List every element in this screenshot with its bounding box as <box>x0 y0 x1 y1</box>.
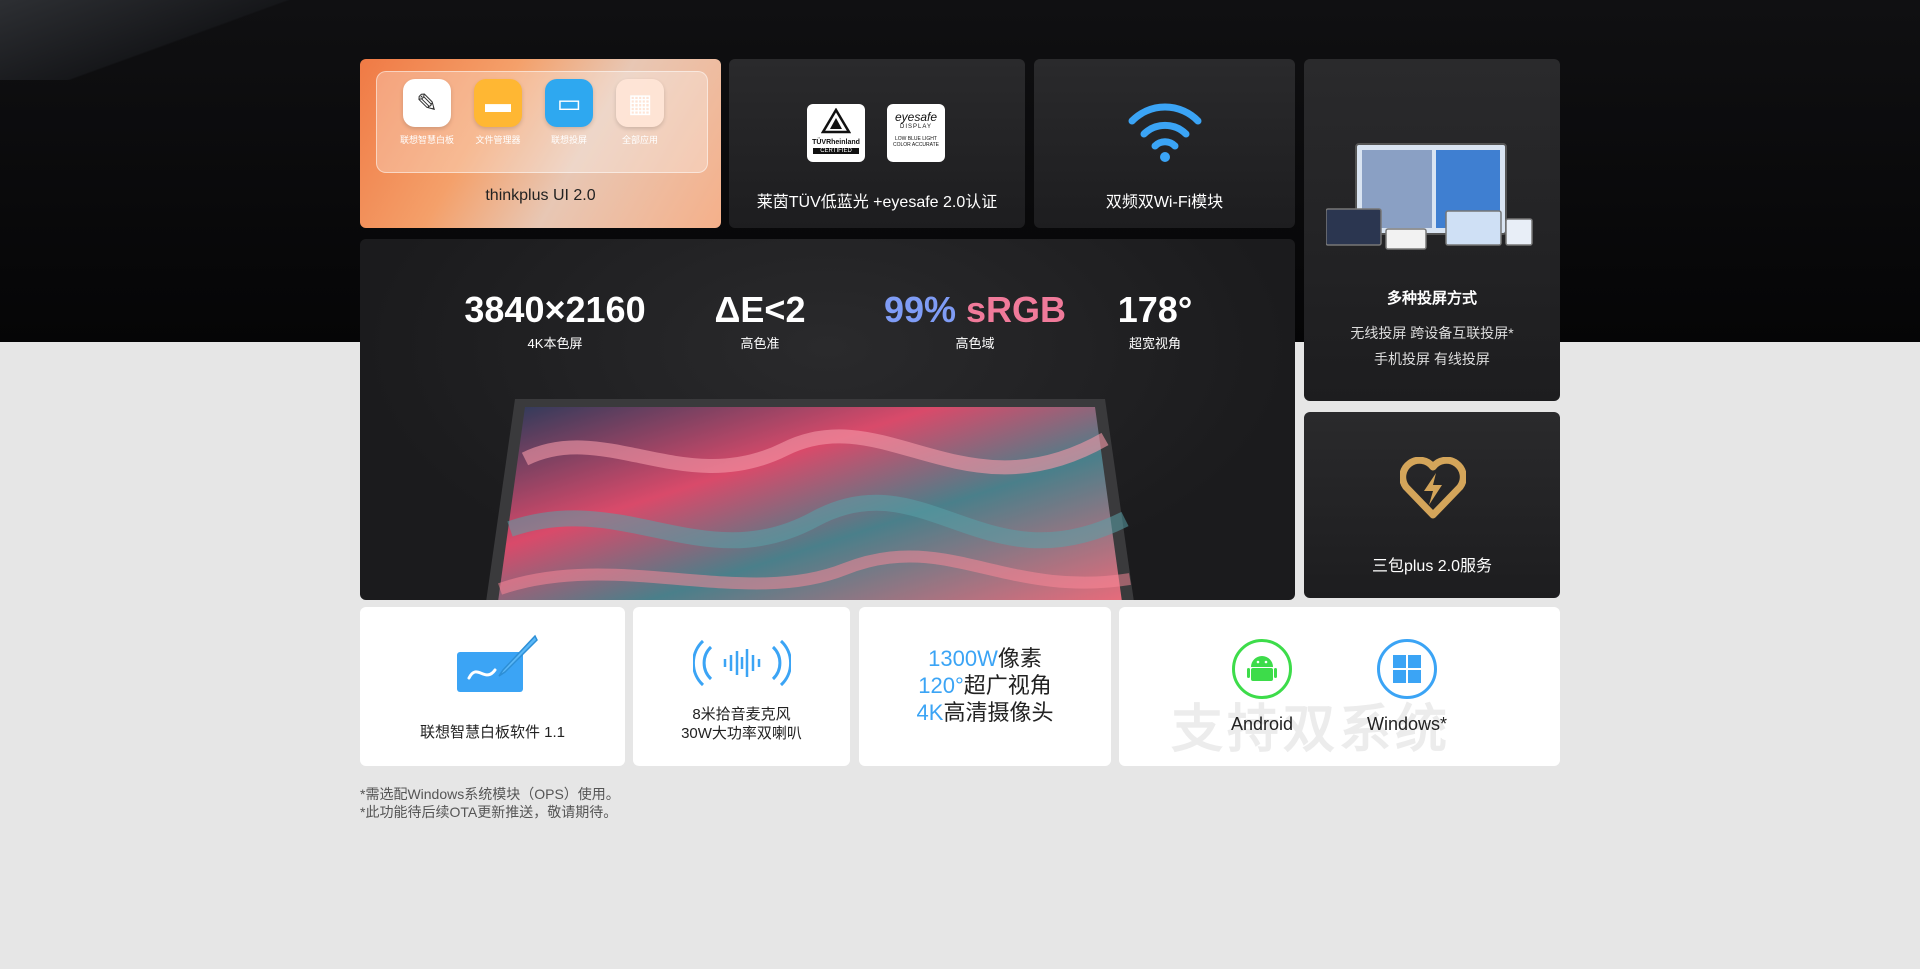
spec-label: 超宽视角 <box>1128 336 1181 351</box>
thinkplus-ui-card: ✎ 联想智慧白板 ▬ 文件管理器 ▭ 联想投屏 ▦ 全部应用 thinkplus… <box>360 59 721 228</box>
app-label: 全部应用 <box>621 135 658 145</box>
devices-illustration <box>1326 143 1533 250</box>
display-specs-panel: 3840×2160 4K本色屏 ΔE<2 高色准 99% sRGB 高色域 17… <box>360 239 1295 600</box>
cast-icon: ▭ <box>545 79 593 127</box>
app-file-manager: ▬ 文件管理器 <box>458 79 538 146</box>
whiteboard-caption: 联想智慧白板软件 1.1 <box>419 724 566 741</box>
app-whiteboard: ✎ 联想智慧白板 <box>387 79 467 146</box>
app-label: 联想智慧白板 <box>399 135 454 145</box>
spec-value-percent: 99% <box>883 289 956 330</box>
camera-text: 像素 <box>997 646 1042 671</box>
camera-card: 1300W像素 120°超广视角 4K高清摄像头 <box>859 607 1111 766</box>
windows-icon <box>1377 639 1437 699</box>
projection-title: 多种投屏方式 <box>1386 290 1477 307</box>
spec-viewing-angle: 178° 超宽视角 <box>1100 289 1210 352</box>
app-label: 文件管理器 <box>475 135 521 145</box>
heart-lightning-icon <box>1400 457 1466 519</box>
app-cast: ▭ 联想投屏 <box>529 79 609 146</box>
display-illustration <box>486 399 1134 600</box>
dual-system-card: 支持双系统 Android Windows* <box>1119 607 1560 766</box>
eyesafe-ca-text: COLOR ACCURATE <box>892 142 940 148</box>
camera-line-pixels: 1300W像素 <box>859 645 1111 672</box>
spec-resolution: 3840×2160 4K本色屏 <box>455 289 655 352</box>
wifi-card: 双频双Wi-Fi模块 <box>1034 59 1295 228</box>
projection-line-2: 手机投屏 有线投屏 <box>1374 351 1490 367</box>
spec-label: 高色准 <box>740 336 780 351</box>
camera-line-angle: 120°超广视角 <box>859 672 1111 699</box>
spec-value: ΔE<2 <box>714 289 806 330</box>
camera-line-4k: 4K高清摄像头 <box>859 699 1111 726</box>
camera-text: 超广视角 <box>963 673 1052 698</box>
camera-accent: 120° <box>918 673 964 698</box>
whiteboard-card: 联想智慧白板软件 1.1 <box>360 607 625 766</box>
windows-label: Windows* <box>1366 714 1448 734</box>
tuv-badge: TÜVRheinland CERTIFIED <box>807 104 865 162</box>
wifi-caption: 双频双Wi-Fi模块 <box>1105 194 1224 211</box>
projection-line-1: 无线投屏 跨设备互联投屏* <box>1350 325 1514 341</box>
projection-card: 多种投屏方式 无线投屏 跨设备互联投屏* 手机投屏 有线投屏 <box>1304 59 1560 401</box>
spec-value-srgb: sRGB <box>966 289 1067 330</box>
sound-wave-icon <box>693 639 791 687</box>
spec-label: 高色域 <box>955 336 995 351</box>
app-label: 联想投屏 <box>550 135 587 145</box>
spec-label: 4K本色屏 <box>527 336 583 351</box>
camera-accent: 1300W <box>928 646 998 671</box>
mic-caption: 8米拾音麦克风 <box>692 706 791 723</box>
eyesafe-text: eyesafe <box>894 110 938 124</box>
android-label: Android <box>1230 714 1294 734</box>
tuv-text: TÜVRheinland <box>812 139 860 146</box>
app-all-apps: ▦ 全部应用 <box>600 79 680 146</box>
certification-card: TÜVRheinland CERTIFIED eyesafe DISPLAY L… <box>729 59 1025 228</box>
service-caption: 三包plus 2.0服务 <box>1371 558 1493 575</box>
speaker-caption: 30W大功率双喇叭 <box>681 725 802 742</box>
tuv-triangle-icon <box>820 107 852 134</box>
device-corner-graphic <box>0 0 300 80</box>
folder-icon: ▬ <box>474 79 522 127</box>
ui-card-title: thinkplus UI 2.0 <box>485 187 596 204</box>
certification-caption: 莱茵TÜV低蓝光 +eyesafe 2.0认证 <box>756 194 998 211</box>
eyesafe-display-text: DISPLAY <box>900 124 932 130</box>
service-card: 三包plus 2.0服务 <box>1304 412 1560 598</box>
tuv-certified-text: CERTIFIED <box>813 148 859 154</box>
camera-accent: 4K <box>916 700 944 725</box>
spec-value: 3840×2160 <box>464 289 646 330</box>
android-icon <box>1232 639 1292 699</box>
footnote-ota: *此功能待后续OTA更新推送，敬请期待。 <box>360 804 618 820</box>
wifi-icon <box>1128 103 1202 162</box>
spec-value: 178° <box>1117 289 1193 330</box>
footnote-windows: *需选配Windows系统模块（OPS）使用。 <box>360 786 620 802</box>
whiteboard-icon <box>457 634 538 692</box>
eyesafe-badge: eyesafe DISPLAY LOW BLUE LIGHT COLOR ACC… <box>887 104 945 162</box>
apps-grid-icon: ▦ <box>616 79 664 127</box>
camera-text: 高清摄像头 <box>943 700 1054 725</box>
spec-delta-e: ΔE<2 高色准 <box>700 289 820 352</box>
pen-icon: ✎ <box>403 79 451 127</box>
audio-card: 8米拾音麦克风 30W大功率双喇叭 <box>633 607 850 766</box>
spec-color-gamut: 99% sRGB 高色域 <box>875 289 1075 352</box>
